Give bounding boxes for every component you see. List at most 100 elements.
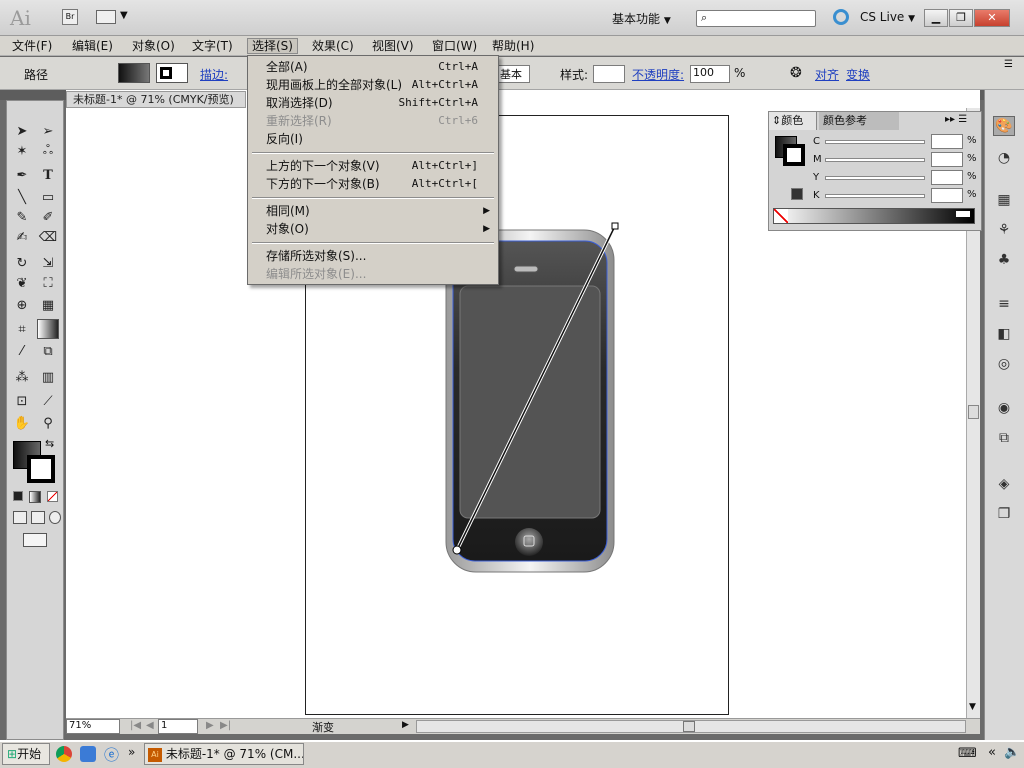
perspective-grid-tool-icon[interactable]: ▦: [37, 295, 59, 315]
eraser-tool-icon[interactable]: ⌫: [37, 227, 59, 247]
symbol-sprayer-tool-icon[interactable]: ⁂: [11, 367, 33, 387]
transparency-icon[interactable]: ◎: [993, 354, 1015, 374]
color-spectrum-bar[interactable]: [773, 208, 975, 224]
menu-effect[interactable]: 效果(C): [308, 38, 358, 54]
tray-expand-icon[interactable]: «: [988, 745, 996, 760]
channel-y-input[interactable]: [931, 170, 963, 185]
recolor-icon[interactable]: ❂: [790, 65, 802, 81]
magic-wand-tool-icon[interactable]: ✶: [11, 141, 33, 161]
panel-tab-color-guide[interactable]: 颜色参考: [819, 112, 899, 130]
menu-item-select-all[interactable]: 全部(A) Ctrl+A: [266, 58, 478, 76]
stroke-color-box[interactable]: [27, 455, 55, 483]
graphic-styles-icon[interactable]: ⧉: [993, 428, 1015, 448]
menu-help[interactable]: 帮助(H): [488, 38, 538, 54]
stroke-panel-icon[interactable]: ≡: [993, 294, 1015, 314]
artboards-icon[interactable]: ❐: [993, 504, 1015, 524]
opacity-label[interactable]: 不透明度:: [632, 66, 684, 83]
blob-brush-tool-icon[interactable]: ✍: [11, 227, 33, 247]
draw-normal-icon[interactable]: [13, 511, 27, 524]
transform-link[interactable]: 变换: [846, 66, 870, 83]
none-swatch[interactable]: [774, 209, 788, 223]
pencil-tool-icon[interactable]: ✐: [37, 207, 59, 227]
status-text[interactable]: 渐变: [312, 719, 334, 735]
stroke-swatch[interactable]: [156, 63, 188, 83]
selection-tool-icon[interactable]: ➤: [11, 121, 33, 141]
stroke-label[interactable]: 描边:: [200, 66, 228, 83]
fill-swatch[interactable]: [118, 63, 150, 83]
bridge-button[interactable]: Br: [62, 9, 78, 25]
prev-artboard-icon[interactable]: ◀: [146, 720, 154, 731]
stroke-indicator[interactable]: [783, 144, 805, 166]
paintbrush-tool-icon[interactable]: ✎: [11, 207, 33, 227]
swatches-icon[interactable]: ▦: [993, 190, 1015, 210]
white-swatch[interactable]: [956, 211, 970, 217]
channel-m-slider[interactable]: [825, 158, 925, 162]
shape-builder-tool-icon[interactable]: ⊕: [11, 295, 33, 315]
zoom-field[interactable]: 71%: [66, 719, 120, 734]
quicklaunch-icon[interactable]: [80, 746, 96, 762]
workspace-switcher[interactable]: 基本功能 ▼: [612, 10, 671, 27]
ie-quicklaunch-icon[interactable]: ⓔ: [104, 744, 119, 765]
style-dropdown[interactable]: [593, 65, 625, 83]
channel-c-input[interactable]: [931, 134, 963, 149]
column-graph-tool-icon[interactable]: ▥: [37, 367, 59, 387]
slice-tool-icon[interactable]: ⟋: [37, 391, 59, 411]
close-button[interactable]: ✕: [974, 9, 1010, 27]
menu-view[interactable]: 视图(V): [368, 38, 418, 54]
artboard-number-field[interactable]: 1: [158, 719, 198, 734]
channel-y-slider[interactable]: [825, 176, 925, 180]
free-transform-tool-icon[interactable]: ⛶: [37, 273, 59, 293]
cslive-button[interactable]: CS Live ▼: [860, 10, 915, 24]
channel-c-slider[interactable]: [825, 140, 925, 144]
horizontal-scrollbar[interactable]: [416, 720, 966, 733]
panel-menu-icon[interactable]: ▸▸ ☰: [945, 114, 967, 125]
layers-icon[interactable]: ◈: [993, 474, 1015, 494]
color-panel-icon[interactable]: 🎨: [993, 116, 1015, 136]
gradient-mode-icon[interactable]: [29, 491, 41, 503]
chrome-quicklaunch-icon[interactable]: [56, 746, 72, 762]
h-scroll-thumb[interactable]: [683, 721, 695, 732]
last-color-icon[interactable]: [791, 188, 803, 200]
brushes-icon[interactable]: ⚘: [993, 220, 1015, 240]
line-tool-icon[interactable]: ╲: [11, 187, 33, 207]
menu-item-same[interactable]: 相同(M) ▶: [266, 202, 490, 220]
menu-file[interactable]: 文件(F): [8, 38, 56, 54]
menu-item-object[interactable]: 对象(O) ▶: [266, 220, 490, 238]
menu-edit[interactable]: 编辑(E): [68, 38, 117, 54]
blend-tool-icon[interactable]: ⧉: [37, 341, 59, 361]
menu-select[interactable]: 选择(S): [247, 38, 298, 54]
type-tool-icon[interactable]: T: [37, 165, 59, 185]
color-mode-icon[interactable]: [13, 491, 23, 501]
symbols-icon[interactable]: ♣: [993, 250, 1015, 270]
menu-item-save-selection[interactable]: 存储所选对象(S)...: [266, 247, 478, 265]
appearance-icon[interactable]: ◉: [993, 398, 1015, 418]
scroll-thumb[interactable]: [968, 405, 979, 419]
restore-button[interactable]: ❐: [949, 9, 973, 27]
color-guide-icon[interactable]: ◔: [993, 148, 1015, 168]
draw-inside-icon[interactable]: [49, 511, 61, 524]
menu-window[interactable]: 窗口(W): [428, 38, 481, 54]
gradient-tool-icon[interactable]: [37, 319, 59, 339]
mesh-tool-icon[interactable]: ⌗: [11, 319, 33, 339]
channel-k-slider[interactable]: [825, 194, 925, 198]
arrange-documents-button[interactable]: [96, 10, 116, 24]
warp-tool-icon[interactable]: ❦: [11, 273, 33, 293]
artboard-tool-icon[interactable]: ⊡: [11, 391, 33, 411]
gradient-panel-icon[interactable]: ◧: [993, 324, 1015, 344]
menu-item-inverse[interactable]: 反向(I): [266, 130, 478, 148]
menu-item-deselect[interactable]: 取消选择(D) Shift+Ctrl+A: [266, 94, 478, 112]
taskbar-illustrator-item[interactable]: Ai 未标题-1* @ 71% (CM...: [144, 743, 304, 765]
quicklaunch-more-icon[interactable]: »: [128, 745, 135, 759]
panel-menu-icon[interactable]: ☰: [1004, 59, 1013, 70]
status-menu-arrow[interactable]: ▶: [402, 720, 409, 730]
lasso-tool-icon[interactable]: ஃ: [37, 141, 59, 161]
direct-selection-tool-icon[interactable]: ➢: [37, 121, 59, 141]
hand-tool-icon[interactable]: ✋: [11, 413, 33, 433]
screen-mode-icon[interactable]: [23, 533, 47, 547]
panel-tab-color[interactable]: ⇕颜色: [769, 112, 817, 130]
volume-tray-icon[interactable]: 🔈: [1004, 745, 1020, 760]
start-button[interactable]: ⊞开始: [2, 743, 50, 765]
eyedropper-tool-icon[interactable]: ⁄: [11, 341, 33, 361]
scroll-down-arrow[interactable]: ▼: [969, 702, 976, 712]
menu-type[interactable]: 文字(T): [188, 38, 237, 54]
